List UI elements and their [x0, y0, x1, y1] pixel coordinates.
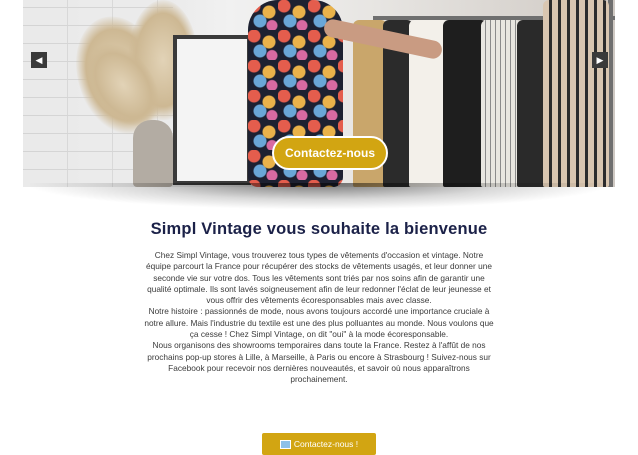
contact-button-label: Contactez-nous !: [293, 439, 359, 449]
envelope-icon: [279, 440, 291, 450]
slider-next-icon[interactable]: ▶: [592, 52, 608, 68]
slider-prev-icon[interactable]: ◀: [31, 52, 47, 68]
history-paragraph: Notre histoire : passionnés de mode, nou…: [144, 306, 494, 340]
vase: [133, 120, 173, 187]
hero-contact-button[interactable]: Contactez-nous: [272, 136, 388, 170]
welcome-title: Simpl Vintage vous souhaite la bienvenue: [150, 220, 488, 238]
picture-frame: [173, 35, 251, 185]
intro-paragraph: Chez Simpl Vintage, vous trouverez tous …: [146, 250, 492, 306]
hero-shadow: [30, 183, 608, 209]
hanging-garment: [543, 0, 609, 187]
showroom-paragraph: Nous organisons des showrooms temporaire…: [147, 340, 491, 385]
welcome-text: Chez Simpl Vintage, vous trouverez tous …: [143, 250, 495, 386]
contact-button[interactable]: Contactez-nous !: [262, 433, 376, 455]
hero-slider: Contactez-nous: [23, 0, 615, 187]
hanging-garment: [481, 20, 521, 187]
